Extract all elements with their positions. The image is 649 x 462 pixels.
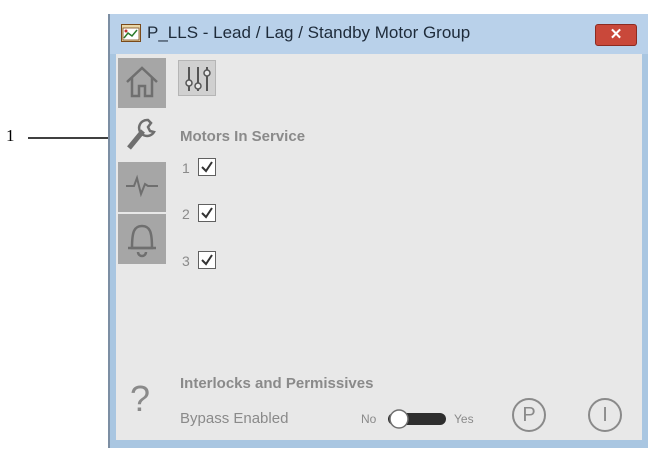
faceplate-body: ? Motors In Service 1 2 3 Interlocks and… xyxy=(116,54,642,440)
close-button[interactable]: ✕ xyxy=(595,24,637,46)
motor-3-checkbox[interactable] xyxy=(198,251,216,269)
faceplate-window: P_LLS - Lead / Lag / Standby Motor Group… xyxy=(108,14,648,448)
motor-number: 1 xyxy=(182,160,190,176)
tuning-sliders-icon xyxy=(185,67,211,91)
toggle-no-label: No xyxy=(361,412,377,426)
checkmark-icon xyxy=(201,254,213,266)
title-bar: P_LLS - Lead / Lag / Standby Motor Group… xyxy=(110,14,648,54)
maintenance-panel: Motors In Service 1 2 3 Interlocks and P… xyxy=(168,54,642,440)
tab-trends[interactable] xyxy=(118,162,166,212)
home-icon xyxy=(126,66,158,98)
nav-tabs: ? xyxy=(116,54,168,440)
tab-maintenance[interactable] xyxy=(118,110,166,160)
window-title: P_LLS - Lead / Lag / Standby Motor Group xyxy=(147,23,471,42)
motor-number: 3 xyxy=(182,253,190,269)
bell-icon xyxy=(128,224,156,258)
bypass-enabled-label: Bypass Enabled xyxy=(180,410,289,427)
tuning-button[interactable] xyxy=(178,60,216,96)
motors-in-service-title: Motors In Service xyxy=(180,128,306,145)
app-icon xyxy=(121,24,141,42)
motor-number: 2 xyxy=(182,206,190,222)
tab-alarms[interactable] xyxy=(118,214,166,264)
tab-home[interactable] xyxy=(118,58,166,108)
interlocks-button[interactable]: I xyxy=(588,398,622,432)
permissives-button[interactable]: P xyxy=(512,398,546,432)
motor-1-checkbox[interactable] xyxy=(198,158,216,176)
trend-icon xyxy=(126,174,158,198)
bypass-toggle[interactable] xyxy=(387,409,447,429)
help-icon[interactable]: ? xyxy=(130,378,150,420)
checkmark-icon xyxy=(201,161,213,173)
wrench-icon xyxy=(127,118,156,150)
motor-2-checkbox[interactable] xyxy=(198,204,216,222)
toggle-yes-label: Yes xyxy=(454,412,474,426)
interlocks-title: Interlocks and Permissives xyxy=(180,375,374,392)
checkmark-icon xyxy=(201,207,213,219)
